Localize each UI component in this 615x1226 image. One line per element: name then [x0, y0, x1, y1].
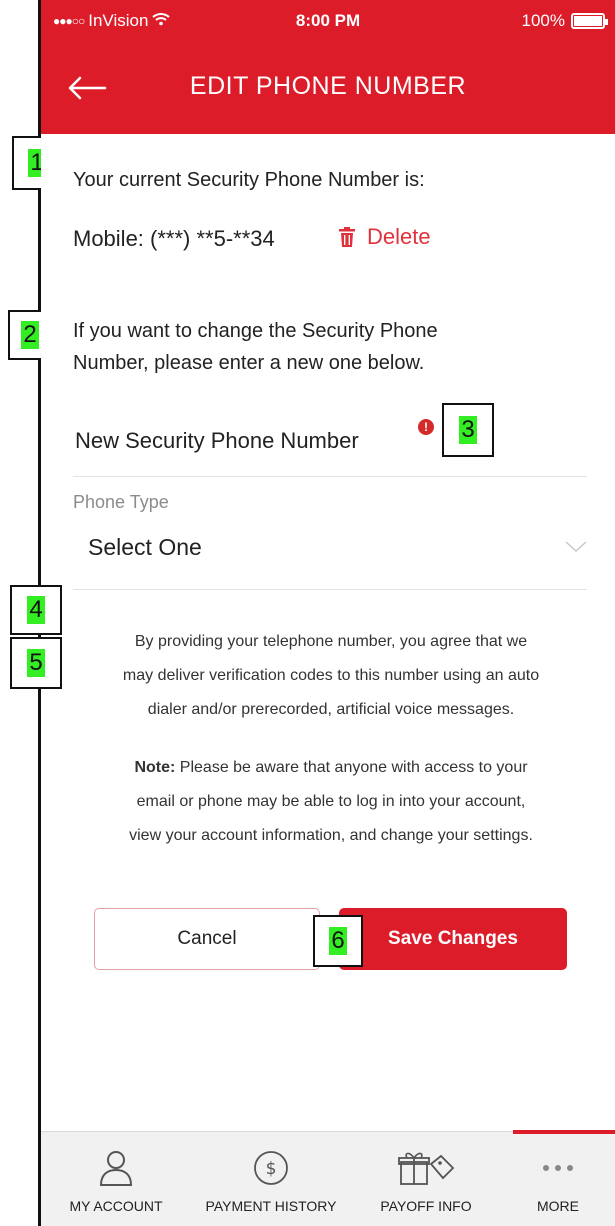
note-line-3: view your account information, and chang…	[129, 827, 533, 844]
note-line-2: email or phone may be able to log in int…	[136, 793, 526, 810]
tab-label-payoff-info: PAYOFF INFO	[380, 1198, 472, 1214]
security-note: Note: Please be aware that anyone with a…	[71, 751, 591, 853]
delete-label: Delete	[367, 224, 431, 249]
delete-button[interactable]: Delete	[339, 224, 431, 250]
trash-icon	[339, 227, 355, 247]
dollar-circle-icon: $	[254, 1151, 288, 1185]
note-label: Note:	[134, 759, 176, 776]
chevron-down-icon	[565, 541, 587, 553]
phone-screen: ●●●○○ InVision 8:00 PM 100% EDIT PHONE N…	[41, 0, 615, 1226]
note-line-1: Note: Please be aware that anyone with a…	[71, 751, 591, 785]
note-text-1: Please be aware that anyone with access …	[175, 759, 528, 776]
person-icon	[99, 1151, 133, 1186]
more-dots-icon	[543, 1165, 573, 1171]
current-number-intro: Your current Security Phone Number is:	[73, 169, 425, 191]
alert-icon: !	[418, 419, 434, 435]
phone-type-label: Phone Type	[73, 492, 169, 512]
consent-line-2: may deliver verification codes to this n…	[122, 667, 540, 684]
cancel-button[interactable]: Cancel	[94, 908, 320, 970]
phone-type-value: Select One	[88, 533, 202, 560]
tab-more[interactable]: MORE	[501, 1132, 615, 1226]
tab-label-more: MORE	[537, 1198, 579, 1214]
phone-type-select[interactable]: Select One	[73, 525, 587, 569]
annotation-marker-6: 6	[313, 915, 363, 967]
consent-line-1: By providing your telephone number, you …	[134, 633, 528, 650]
new-phone-number-input[interactable]: New Security Phone Number	[75, 428, 359, 454]
svg-text:$: $	[266, 1159, 277, 1179]
annotation-marker-3: 3	[442, 403, 494, 457]
bottom-tab-bar: MY ACCOUNT $ PAYMENT HISTORY PAYOFF INFO…	[41, 1130, 615, 1226]
select-divider	[73, 589, 587, 590]
save-changes-button[interactable]: Save Changes	[339, 908, 567, 970]
tab-label-my-account: MY ACCOUNT	[69, 1198, 163, 1214]
current-phone-number: Mobile: (***) **5-**34	[73, 226, 275, 251]
tab-payment-history[interactable]: $ PAYMENT HISTORY	[191, 1132, 351, 1226]
annotation-marker-5: 5	[10, 637, 62, 689]
consent-disclaimer: By providing your telephone number, you …	[71, 625, 591, 727]
battery-icon	[571, 13, 608, 29]
status-bar: ●●●○○ InVision 8:00 PM 100%	[41, 0, 615, 40]
consent-line-3: dialer and/or prerecorded, artificial vo…	[147, 701, 515, 718]
annotation-marker-4: 4	[10, 585, 62, 635]
gift-tag-icon	[398, 1152, 455, 1185]
input-divider	[73, 476, 587, 477]
tab-my-account[interactable]: MY ACCOUNT	[41, 1132, 191, 1226]
tab-label-payment-history: PAYMENT HISTORY	[205, 1198, 337, 1214]
change-instructions-line-2: Number, please enter a new one below.	[73, 352, 425, 374]
header-bar: EDIT PHONE NUMBER	[41, 40, 615, 134]
page-title: EDIT PHONE NUMBER	[189, 72, 467, 100]
tab-payoff-info[interactable]: PAYOFF INFO	[351, 1132, 501, 1226]
battery-percent: 100%	[521, 11, 565, 30]
change-instructions-line-1: If you want to change the Security Phone	[73, 320, 438, 342]
